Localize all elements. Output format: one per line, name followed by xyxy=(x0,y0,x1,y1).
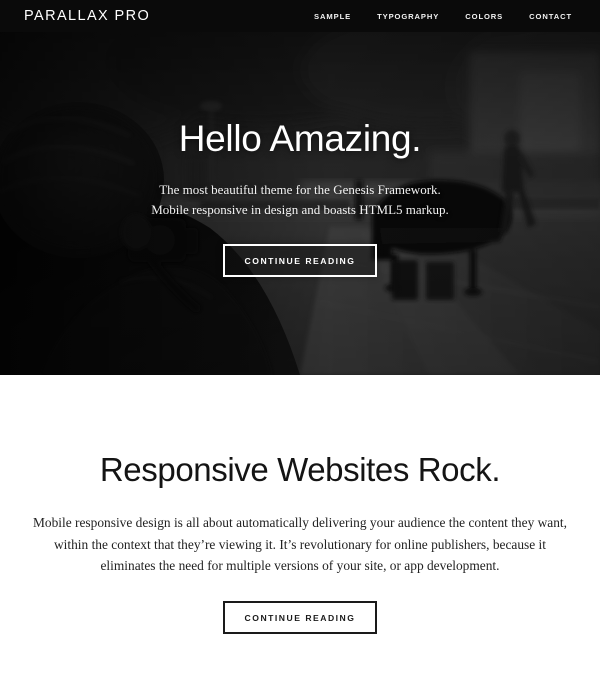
content-continue-reading-button[interactable]: CONTINUE READING xyxy=(222,601,378,635)
page-root: PARALLAX PRO SAMPLE TYPOGRAPHY COLORS CO… xyxy=(0,0,600,675)
hero-subtitle-line-2: Mobile responsive in design and boasts H… xyxy=(151,201,449,217)
primary-navigation: SAMPLE TYPOGRAPHY COLORS CONTACT xyxy=(314,12,578,21)
nav-item-contact[interactable]: CONTACT xyxy=(529,12,572,21)
hero-section: Hello Amazing. The most beautiful theme … xyxy=(0,32,600,375)
hero-subtitle: The most beautiful theme for the Genesis… xyxy=(151,180,449,220)
hero-title: Hello Amazing. xyxy=(178,118,422,159)
content-section: Responsive Websites Rock. Mobile respons… xyxy=(0,375,600,635)
nav-item-colors[interactable]: COLORS xyxy=(465,12,503,21)
hero-continue-reading-button[interactable]: CONTINUE READING xyxy=(222,243,378,277)
content-paragraph: Mobile responsive design is all about au… xyxy=(33,515,567,574)
nav-item-typography[interactable]: TYPOGRAPHY xyxy=(377,12,439,21)
content-title: Responsive Websites Rock. xyxy=(99,451,501,488)
hero-content: Hello Amazing. The most beautiful theme … xyxy=(0,32,600,375)
site-title: PARALLAX PRO xyxy=(24,8,151,24)
hero-subtitle-line-1: The most beautiful theme for the Genesis… xyxy=(159,182,441,197)
site-header: PARALLAX PRO SAMPLE TYPOGRAPHY COLORS CO… xyxy=(0,0,600,32)
nav-item-sample[interactable]: SAMPLE xyxy=(314,12,351,21)
